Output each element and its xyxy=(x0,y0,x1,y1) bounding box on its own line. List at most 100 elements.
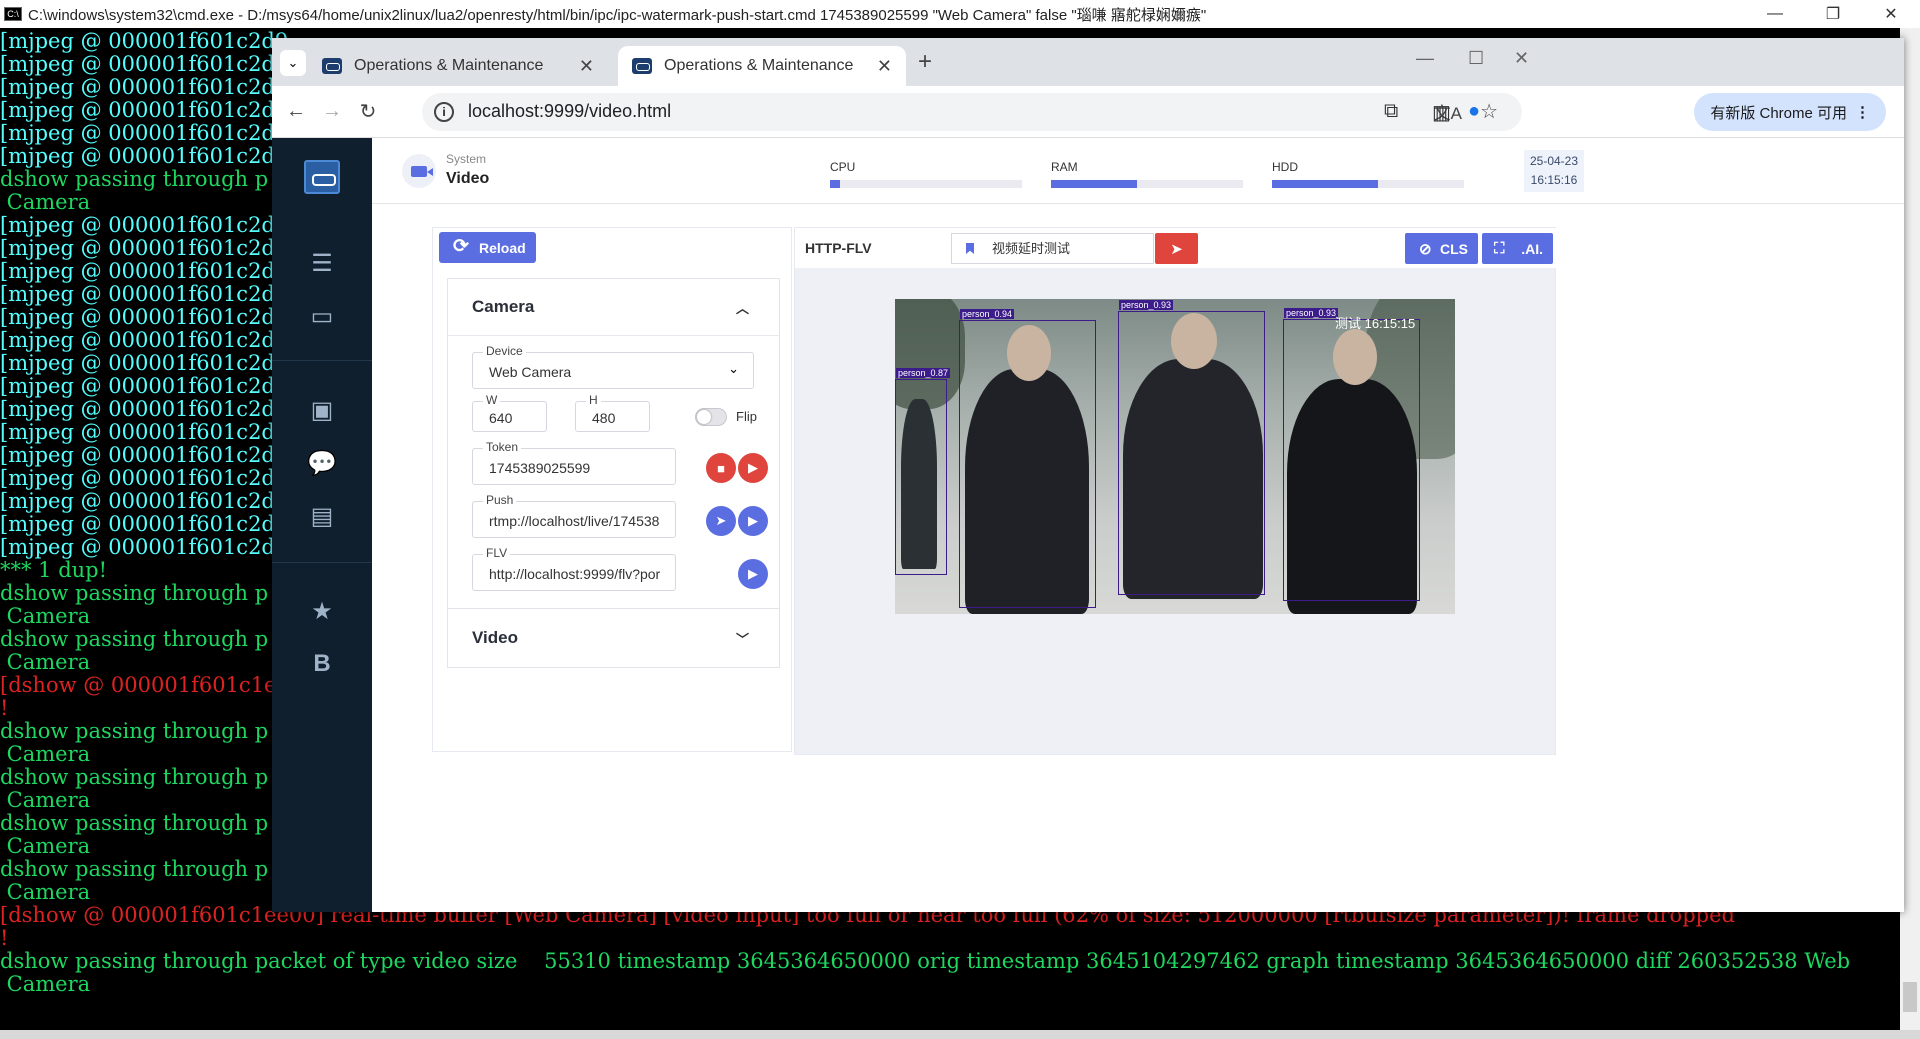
flip-toggle[interactable] xyxy=(695,408,727,426)
device-select[interactable]: Device Web Camera ⌄ xyxy=(472,344,754,389)
side-panel-icon[interactable]: ▥ xyxy=(1432,100,1451,125)
settings-panel: Reload Camera ︿ Device Web Camera ⌄ W xyxy=(432,227,792,752)
protocol-label: HTTP-FLV xyxy=(805,240,872,256)
chrome-update-button[interactable]: 有新版 Chrome 可用 ⋮ xyxy=(1694,93,1886,131)
field-value: 640 xyxy=(489,410,513,426)
send-watermark-button[interactable]: ➤ xyxy=(1155,233,1198,264)
close-tab-icon[interactable]: ✕ xyxy=(579,56,594,77)
watermark-text-input[interactable]: 视频延时测试 xyxy=(951,233,1154,264)
cpu-meter: CPU xyxy=(830,160,1022,188)
storage-icon[interactable]: ▭ xyxy=(302,296,342,336)
lock-button[interactable]: ■ xyxy=(706,453,736,483)
tab-title: Operations & Maintenance xyxy=(354,57,544,74)
push-url-input[interactable]: Push rtmp://localhost/live/174538 xyxy=(472,493,676,538)
b-icon[interactable]: B xyxy=(302,644,342,684)
chevron-down-icon: ⌄ xyxy=(287,55,299,70)
player-panel: HTTP-FLV 视频延时测试 ➤ ⊘ CLS ⛶ .AI. person_0.… xyxy=(794,227,1557,755)
breadcrumb-section: System xyxy=(446,152,487,166)
favicon-icon xyxy=(322,58,342,74)
camera-settings-body: Device Web Camera ⌄ W 640 H 480 Flip Tok… xyxy=(448,335,779,611)
more-menu-icon[interactable]: ⋮ xyxy=(1855,103,1870,121)
site-info-icon[interactable]: i xyxy=(434,101,454,122)
video-section-title: Video xyxy=(472,628,518,647)
field-value: 1745389025599 xyxy=(489,460,591,476)
tab-operations-2[interactable]: Operations & Maintenance ✕ xyxy=(618,46,906,86)
meter-label: HDD xyxy=(1272,160,1298,174)
send-icon: ➤ xyxy=(715,513,727,528)
back-button[interactable]: ← xyxy=(278,100,314,123)
cmd-bottom-border xyxy=(0,1030,1920,1039)
date-text: 25-04-23 xyxy=(1529,154,1579,168)
cmd-close-button[interactable]: ✕ xyxy=(1862,0,1920,28)
video-camera-icon xyxy=(402,154,436,188)
forward-button[interactable]: → xyxy=(314,100,350,123)
video-stream[interactable]: person_0.87 person_0.94 person_0.93 pers… xyxy=(895,299,1455,614)
bookmark-star-icon[interactable]: ☆ xyxy=(1480,99,1498,124)
token-input[interactable]: Token 1745389025599 xyxy=(472,440,676,485)
star-box-icon[interactable]: ★ xyxy=(302,591,342,631)
reload-page-button[interactable]: ↻ xyxy=(350,99,386,124)
flip-label: Flip xyxy=(736,409,757,424)
width-input[interactable]: W 640 xyxy=(472,393,547,432)
send-icon: ➤ xyxy=(1170,240,1183,258)
field-label: FLV xyxy=(483,546,511,560)
new-tab-button[interactable]: + xyxy=(918,48,932,76)
lock-icon: ■ xyxy=(717,460,725,476)
browser-maximize-button[interactable]: ☐ xyxy=(1468,48,1484,69)
hdd-meter: HDD xyxy=(1272,160,1464,188)
url-text: localhost:9999/video.html xyxy=(468,101,672,121)
height-input[interactable]: H 480 xyxy=(575,393,650,432)
ai-button[interactable]: ⛶ .AI. xyxy=(1482,233,1553,264)
detection-box: person_0.87 xyxy=(895,368,951,575)
play-token-button[interactable]: ▶ xyxy=(738,453,768,483)
tab-title: Operations & Maintenance xyxy=(664,57,854,74)
reload-button[interactable]: Reload xyxy=(439,232,536,263)
detection-box: person_0.93 xyxy=(1283,308,1420,601)
console-line: ! xyxy=(0,926,9,950)
push-send-button[interactable]: ➤ xyxy=(706,506,736,536)
detection-box: person_0.94 xyxy=(959,309,1096,608)
play-icon: ▶ xyxy=(748,566,758,581)
app-logo[interactable] xyxy=(304,160,340,194)
cmd-restore-button[interactable]: ❐ xyxy=(1804,0,1862,28)
address-bar[interactable]: i localhost:9999/video.html 文A ☆ xyxy=(422,92,1522,131)
tab-operations-1[interactable]: Operations & Maintenance ✕ xyxy=(308,46,608,86)
cmd-title-bar: C:\ C:\windows\system32\cmd.exe - D:/msy… xyxy=(0,0,1920,28)
console-line: dshow passing through packet of type vid… xyxy=(0,949,1851,973)
field-label: Token xyxy=(483,440,522,454)
field-value: rtmp://localhost/live/174538 xyxy=(489,513,660,529)
flv-url-input[interactable]: FLV http://localhost:9999/flv?por xyxy=(472,546,676,591)
datetime-badge: 25-04-23 16:15:16 xyxy=(1524,150,1584,192)
favicon-icon xyxy=(632,58,652,74)
page-header: System Video CPU RAM HDD 25-04-23 16:15:… xyxy=(372,138,1904,204)
browser-minimize-button[interactable]: — xyxy=(1416,48,1434,69)
profile-icon[interactable]: ● xyxy=(1468,100,1480,123)
cmd-minimize-button[interactable]: — xyxy=(1746,0,1804,28)
field-label: W xyxy=(483,393,501,407)
focus-icon: ⛶ xyxy=(1494,240,1505,257)
list-icon[interactable]: ☰ xyxy=(302,243,342,283)
video-accordion-header[interactable]: Video ﹀ xyxy=(448,609,779,667)
field-label: H xyxy=(586,393,601,407)
tab-search-button[interactable]: ⌄ xyxy=(280,50,306,76)
browser-close-button[interactable]: ✕ xyxy=(1514,48,1529,69)
image-icon[interactable]: ▣ xyxy=(302,390,342,430)
push-play-button[interactable]: ▶ xyxy=(738,506,768,536)
flv-play-button[interactable]: ▶ xyxy=(738,559,768,589)
page-title: Video xyxy=(446,170,490,187)
video-accordion: Video ﹀ xyxy=(447,608,780,668)
update-label: 有新版 Chrome 可用 xyxy=(1710,104,1847,122)
extensions-icon[interactable]: ⧉ xyxy=(1384,100,1398,123)
sidebar-divider xyxy=(272,562,372,563)
cls-button[interactable]: ⊘ CLS xyxy=(1405,233,1478,264)
message-icon[interactable]: ▤ xyxy=(302,496,342,536)
camera-accordion-header[interactable]: Camera ︿ xyxy=(448,279,779,335)
tab-bar: ⌄ Operations & Maintenance ✕ Operations … xyxy=(272,38,1904,86)
close-tab-icon[interactable]: ✕ xyxy=(877,56,892,77)
field-label: Push xyxy=(483,493,517,507)
console-line: _ xyxy=(0,1018,11,1031)
chat-icon[interactable]: 💬 xyxy=(302,443,342,483)
cmd-scrollbar-thumb[interactable] xyxy=(1903,982,1917,1012)
camera-accordion: Camera ︿ Device Web Camera ⌄ W 640 H 480… xyxy=(447,278,780,611)
